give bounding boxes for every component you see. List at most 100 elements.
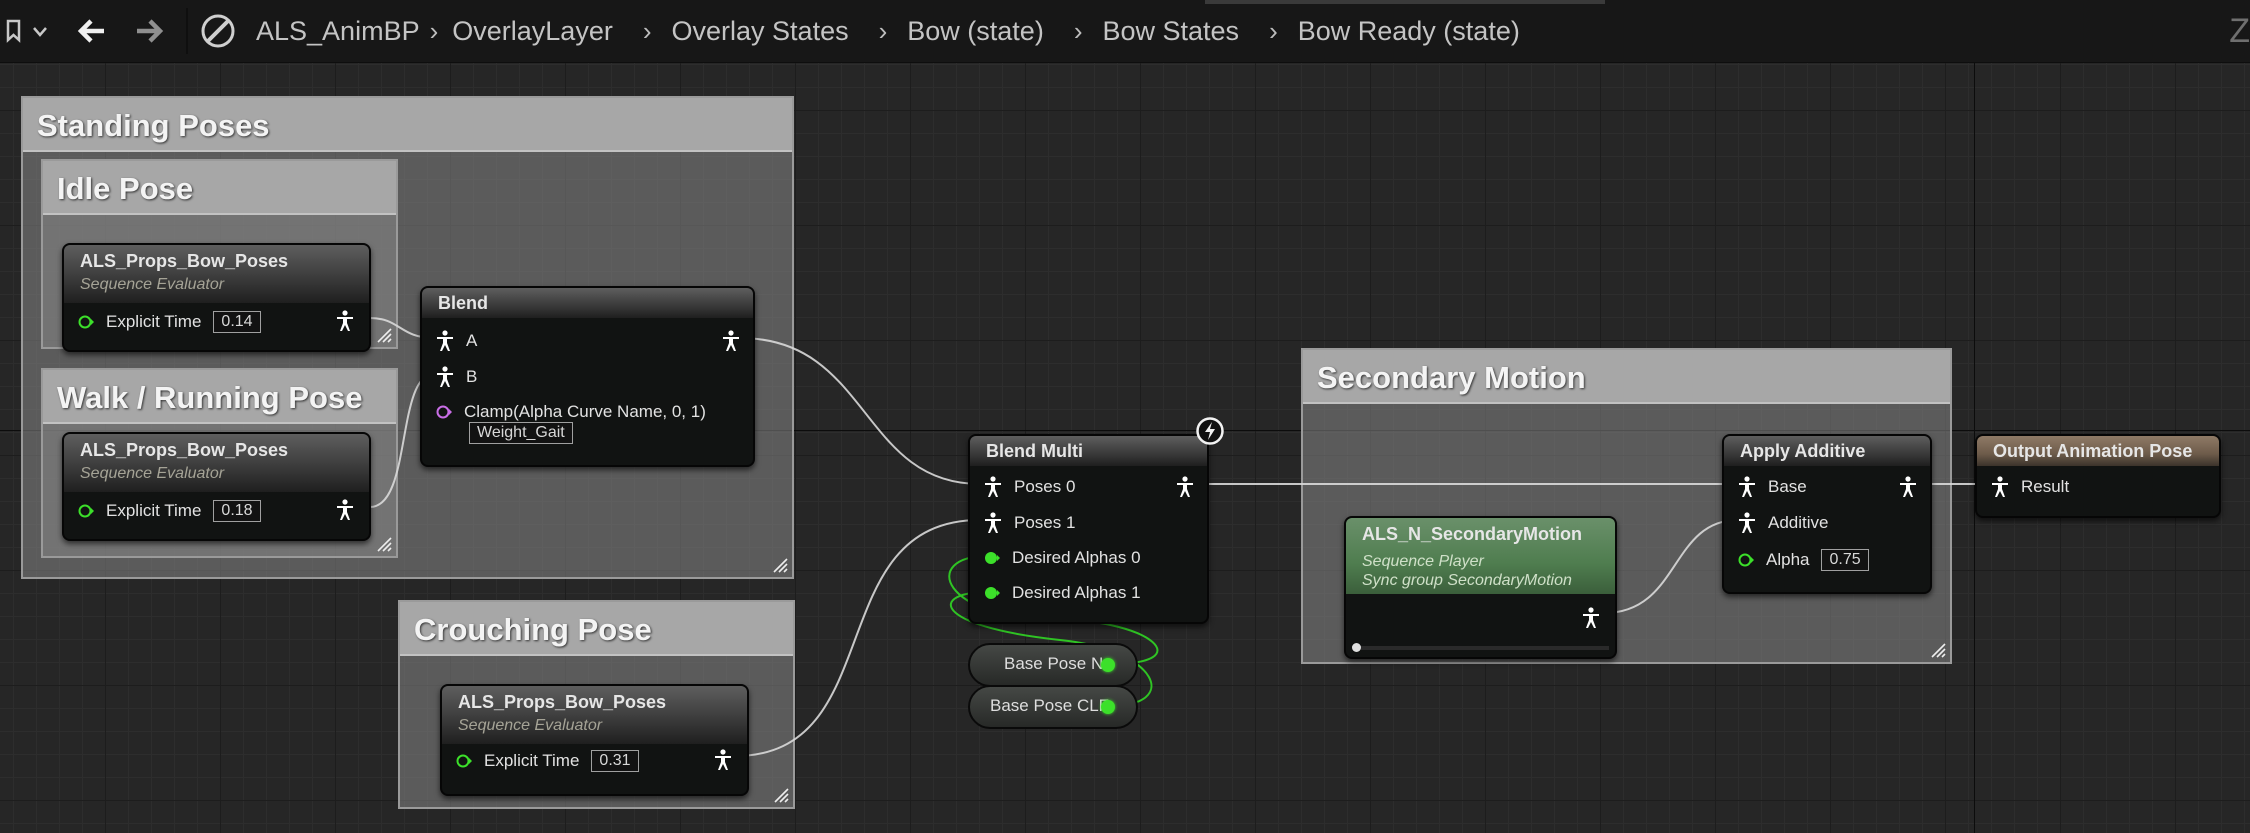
breadcrumb-item-bow-ready-state[interactable]: Bow Ready (state) [1298, 16, 1520, 47]
pin-label: Poses 1 [1014, 513, 1076, 532]
float-pin-icon[interactable] [984, 585, 1000, 601]
explicit-time-input[interactable]: 0.31 [591, 750, 639, 772]
node-subtitle: Sequence Player [1362, 553, 1484, 570]
pose-pin-icon[interactable] [1899, 476, 1917, 498]
pin-label: Result [2021, 477, 2070, 496]
pin-label: Explicit Time [484, 751, 580, 770]
pin-desired-alphas-1[interactable]: Desired Alphas 1 [984, 583, 1141, 603]
node-output-animation-pose[interactable]: Output Animation Pose Result [1975, 434, 2221, 518]
chevron-right-icon: › [429, 15, 439, 46]
node-sequence-evaluator-walk[interactable]: ALS_Props_Bow_Poses Sequence Evaluator E… [62, 432, 371, 541]
pose-pin-icon[interactable] [336, 310, 354, 332]
pin-label: Additive [1768, 513, 1829, 532]
pose-pin-icon[interactable] [1582, 607, 1600, 629]
node-title: ALS_Props_Bow_Poses [80, 251, 289, 271]
pin-explicit-time[interactable]: Explicit Time 0.31 [456, 750, 639, 772]
float-pin-icon[interactable] [456, 753, 472, 769]
fast-path-icon [1196, 417, 1224, 445]
back-arrow-icon[interactable] [75, 14, 109, 48]
pill-label: Base Pose N [1004, 654, 1104, 673]
node-blend-multi[interactable]: Blend Multi Poses 0 Poses 1 Desired Alph… [968, 434, 1209, 624]
forward-arrow-icon[interactable] [132, 14, 166, 48]
pin-additive[interactable]: Additive [1738, 512, 1828, 534]
graph-type-icon [201, 14, 235, 48]
pin-explicit-time[interactable]: Explicit Time 0.18 [78, 500, 261, 522]
chevron-right-icon: › [1073, 15, 1083, 46]
pin-label: A [466, 331, 478, 350]
pin-label: Clamp(Alpha Curve Name, 0, 1) [464, 402, 706, 421]
pose-pin-icon[interactable] [984, 476, 1002, 498]
pose-pin-icon[interactable] [1738, 476, 1756, 498]
float-pin-icon[interactable] [1101, 658, 1115, 672]
playback-position-marker [1352, 643, 1361, 652]
bookmark-icon[interactable] [6, 18, 30, 44]
node-subtitle-sync-group: Sync group SecondaryMotion [1362, 572, 1572, 589]
float-pin-icon[interactable] [1738, 552, 1754, 568]
alpha-curve-name-input[interactable]: Weight_Gait [469, 422, 573, 444]
pin-poses-1[interactable]: Poses 1 [984, 512, 1075, 534]
node-blend[interactable]: Blend A B Clamp(Alpha Curve Name, 0, 1) … [420, 286, 755, 467]
wire-blend-to-blendmulti-poses0 [739, 337, 981, 485]
breadcrumb-item-bow-state[interactable]: Bow (state) [907, 16, 1044, 47]
pose-pin-icon[interactable] [1738, 512, 1756, 534]
pose-pin-icon[interactable] [984, 512, 1002, 534]
pin-desired-alphas-0[interactable]: Desired Alphas 0 [984, 548, 1141, 568]
node-sequence-evaluator-crouch[interactable]: ALS_Props_Bow_Poses Sequence Evaluator E… [440, 684, 749, 796]
breadcrumb: ALS_AnimBP › OverlayLayer › Overlay Stat… [256, 0, 1520, 62]
node-title: Blend [438, 293, 489, 313]
float-pin-icon[interactable] [1101, 700, 1115, 714]
chevron-right-icon: › [878, 15, 888, 46]
pin-alpha-curve[interactable]: Clamp(Alpha Curve Name, 0, 1) [436, 402, 706, 422]
pose-pin-icon[interactable] [1176, 476, 1194, 498]
node-base-pose-clf[interactable]: Base Pose CLF [968, 685, 1138, 729]
pose-pin-icon[interactable] [714, 749, 732, 771]
pin-base[interactable]: Base [1738, 476, 1807, 498]
wire-seqplayer-to-apply-additive [1603, 519, 1739, 614]
pin-label: Poses 0 [1014, 477, 1076, 496]
breadcrumb-item-animbp[interactable]: ALS_AnimBP [256, 16, 420, 47]
float-pin-icon[interactable] [984, 550, 1000, 566]
zoom-label: Z [2229, 12, 2250, 50]
alpha-input[interactable]: 0.75 [1821, 549, 1869, 571]
node-base-pose-n[interactable]: Base Pose N [968, 643, 1138, 687]
pose-pin-icon[interactable] [722, 330, 740, 352]
pin-label: Desired Alphas 1 [1012, 583, 1141, 602]
chevron-down-icon[interactable] [32, 26, 48, 38]
node-subtitle: Sequence Evaluator [458, 717, 603, 734]
node-subtitle: Sequence Evaluator [80, 465, 225, 482]
pin-label: Desired Alphas 0 [1012, 548, 1141, 567]
playback-progress-bar [1352, 643, 1609, 652]
chevron-right-icon: › [642, 15, 652, 46]
node-subtitle: Sequence Evaluator [80, 276, 225, 293]
pin-label: B [466, 367, 478, 386]
pose-pin-icon[interactable] [436, 366, 454, 388]
node-title: Apply Additive [1740, 441, 1866, 461]
node-sequence-evaluator-idle[interactable]: ALS_Props_Bow_Poses Sequence Evaluator E… [62, 243, 371, 352]
pin-poses-0[interactable]: Poses 0 [984, 476, 1075, 498]
pin-label: Alpha [1766, 550, 1810, 569]
breadcrumb-item-overlay-states[interactable]: Overlay States [672, 16, 849, 47]
pin-explicit-time[interactable]: Explicit Time 0.14 [78, 311, 261, 333]
explicit-time-input[interactable]: 0.14 [213, 311, 261, 333]
breadcrumb-item-overlaylayer[interactable]: OverlayLayer [452, 16, 613, 47]
toolbar-separator [186, 8, 188, 54]
pin-label: Explicit Time [106, 501, 202, 520]
name-pin-icon[interactable] [436, 404, 452, 420]
pin-result[interactable]: Result [1991, 476, 2069, 498]
pose-pin-icon[interactable] [336, 499, 354, 521]
float-pin-icon[interactable] [78, 503, 94, 519]
pin-a[interactable]: A [436, 330, 477, 352]
pose-pin-icon[interactable] [436, 330, 454, 352]
pin-alpha[interactable]: Alpha 0.75 [1738, 549, 1869, 571]
node-title: ALS_N_SecondaryMotion [1362, 524, 1583, 544]
chevron-right-icon: › [1269, 15, 1278, 46]
node-sequence-player[interactable]: ALS_N_SecondaryMotion Sequence Player Sy… [1344, 516, 1617, 659]
float-pin-icon[interactable] [78, 314, 94, 330]
breadcrumb-item-bow-states[interactable]: Bow States [1102, 16, 1239, 47]
node-apply-additive[interactable]: Apply Additive Base Additive Alpha 0.75 [1722, 434, 1932, 594]
pin-b[interactable]: B [436, 366, 477, 388]
node-title: Blend Multi [986, 441, 1083, 461]
node-title: ALS_Props_Bow_Poses [80, 440, 289, 460]
pose-pin-icon[interactable] [1991, 476, 2009, 498]
explicit-time-input[interactable]: 0.18 [213, 500, 261, 522]
